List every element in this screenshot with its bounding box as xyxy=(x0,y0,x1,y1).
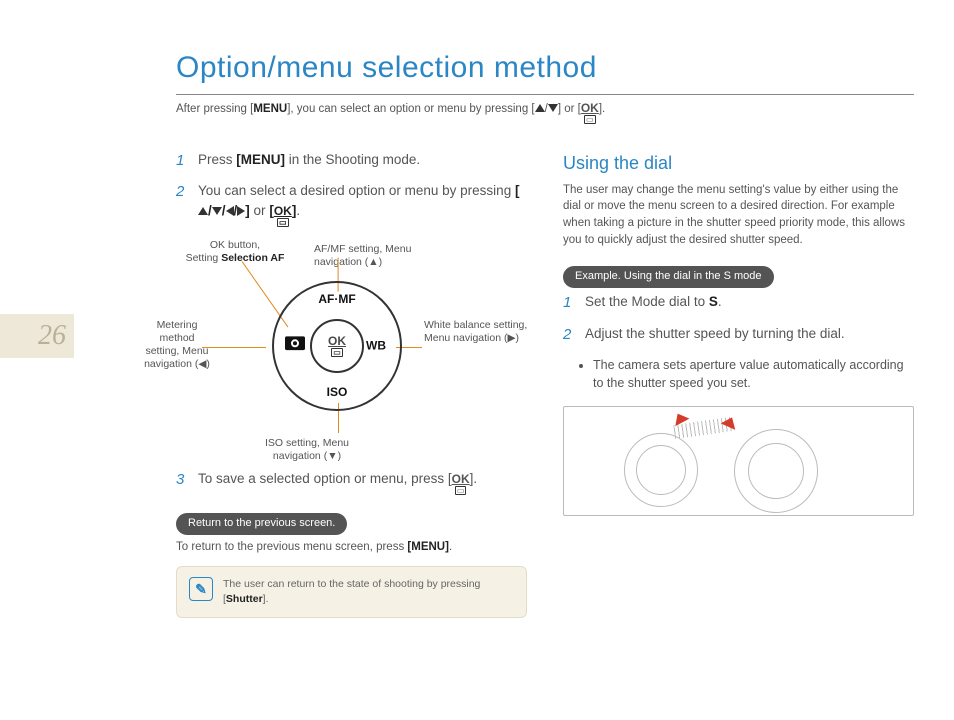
callout-metering: Metering method setting, Menu navigation… xyxy=(142,319,212,372)
page-title: Option/menu selection method xyxy=(176,46,914,90)
intro-text: After pressing [MENU], you can select an… xyxy=(176,101,914,124)
triangle-up-icon xyxy=(535,104,545,112)
right-step-2: Adjust the shutter speed by turning the … xyxy=(563,324,914,344)
pill-example: Example. Using the dial in the S mode xyxy=(563,266,774,288)
callout-afmf: AF/MF setting, Menu navigation (▲) xyxy=(314,243,444,269)
dial-label-afmf: AF·MF xyxy=(272,291,402,308)
step-2: You can select a desired option or menu … xyxy=(176,181,527,227)
pill-return: Return to the previous screen. xyxy=(176,513,347,535)
right-bullet: The camera sets aperture value automatic… xyxy=(593,356,914,392)
triangle-down-icon xyxy=(548,104,558,112)
callout-iso: ISO setting, Menu navigation (▼) xyxy=(242,437,372,463)
title-rule xyxy=(176,94,914,95)
note-text: The user can return to the state of shoo… xyxy=(223,577,514,607)
ok-icon: OK▭ xyxy=(581,102,599,124)
right-column: Using the dial The user may change the m… xyxy=(563,150,914,619)
right-step-1: Set the Mode dial to S. xyxy=(563,292,914,312)
note-icon: ✎ xyxy=(189,577,213,601)
dial-paragraph: The user may change the menu setting's v… xyxy=(563,182,914,249)
camera-dial-figure xyxy=(563,406,914,516)
page-number-badge: 26 xyxy=(0,314,74,358)
dial-center-ok: OK▭ xyxy=(310,319,364,373)
callout-wb: White balance setting, Menu navigation (… xyxy=(424,319,534,345)
section-heading-dial: Using the dial xyxy=(563,150,914,176)
step-3: To save a selected option or menu, press… xyxy=(176,469,527,495)
dial: AF·MF WB ISO OK▭ xyxy=(272,281,402,411)
note-box: ✎ The user can return to the state of sh… xyxy=(176,566,527,618)
left-column: Press [MENU] in the Shooting mode. You c… xyxy=(176,150,527,619)
dial-diagram: OK button, Setting Selection AF AF/MF se… xyxy=(142,239,561,461)
dial-label-iso: ISO xyxy=(272,384,402,401)
return-text: To return to the previous menu screen, p… xyxy=(176,539,527,556)
step-1: Press [MENU] in the Shooting mode. xyxy=(176,150,527,170)
callout-ok: OK button, Setting Selection AF xyxy=(180,239,290,265)
